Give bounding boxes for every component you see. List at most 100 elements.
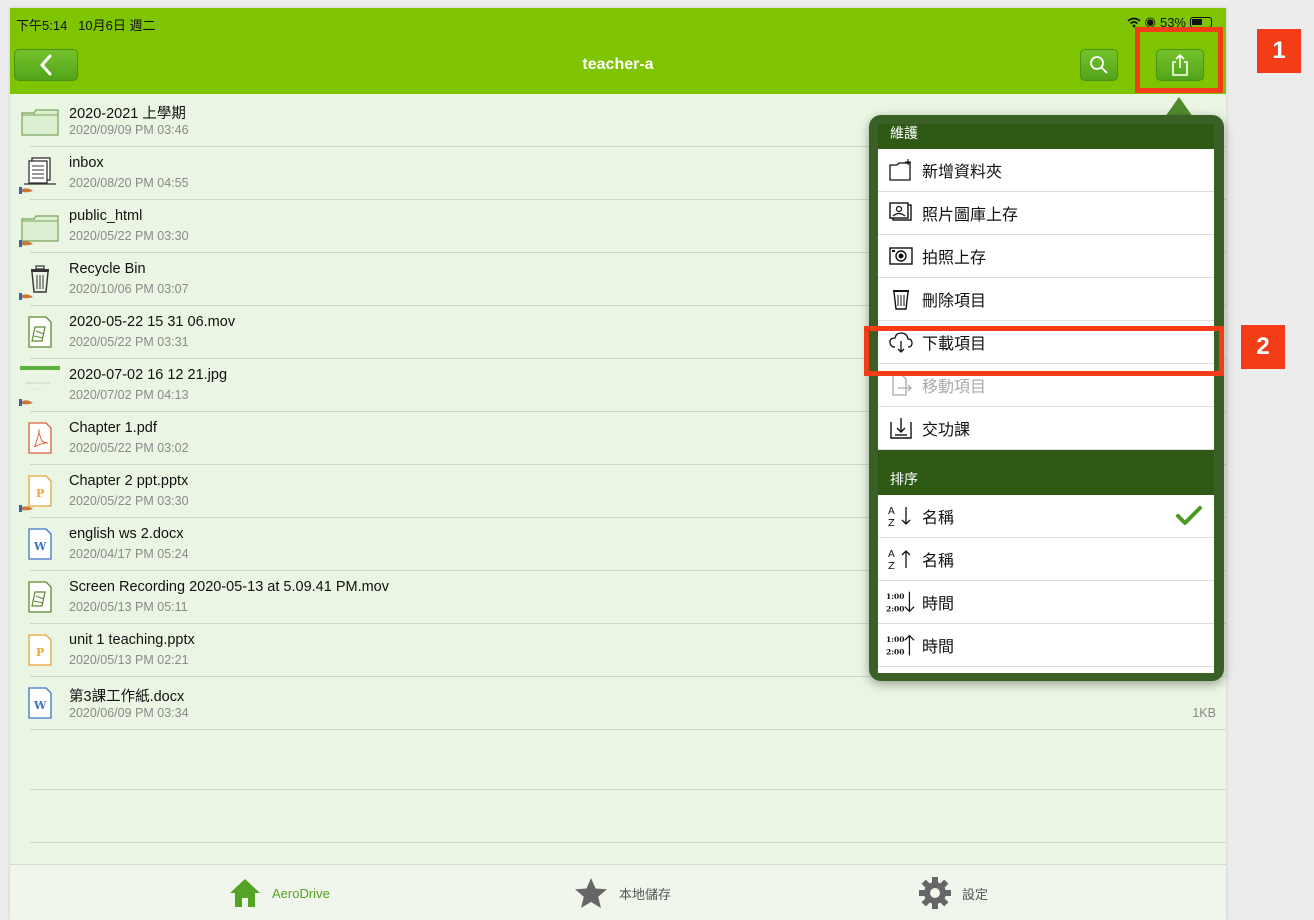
shared-hand-icon: [18, 394, 34, 412]
battery-icon: [1190, 16, 1212, 28]
menu-item[interactable]: 1:00 2:00 時間: [878, 581, 1214, 624]
menu-item[interactable]: 照片圖庫上存: [878, 192, 1214, 235]
menu-item[interactable]: 拍照上存: [878, 235, 1214, 278]
menu-item-label: 名稱: [922, 553, 955, 570]
shared-hand-icon: [18, 500, 34, 518]
file-date: 2020/04/17 PM 05:24: [69, 547, 189, 561]
checkmark-icon: [1176, 505, 1202, 532]
menu-item[interactable]: A Z 名稱: [878, 538, 1214, 581]
callout-number-1: 1: [1257, 29, 1301, 73]
submit-homework-icon: [886, 415, 916, 441]
file-name: Chapter 1.pdf: [69, 420, 157, 436]
svg-text:1:00: 1:00: [886, 592, 904, 601]
search-button[interactable]: [1080, 49, 1118, 81]
menu-item-label: 時間: [922, 639, 955, 656]
file-date: 2020/05/22 PM 03:30: [69, 494, 189, 508]
menu-item[interactable]: 刪除項目: [878, 278, 1214, 321]
menu-section-header: 維護: [878, 124, 1214, 149]
page-title: teacher-a: [582, 56, 654, 73]
row-divider: [30, 842, 1226, 843]
file-name: Recycle Bin: [69, 261, 146, 277]
navigation-bar: teacher-a: [10, 36, 1226, 94]
pdf-file-icon: [20, 419, 60, 459]
callout-box-1: [1135, 27, 1223, 93]
tab-label: AeroDrive: [272, 885, 330, 901]
inbox-icon: [19, 154, 60, 194]
section-title: 維護: [890, 125, 918, 141]
file-name: unit 1 teaching.pptx: [69, 632, 195, 648]
menu-item-label: 照片圖庫上存: [922, 207, 1019, 224]
file-name: 第3課工作紙.docx: [69, 689, 185, 705]
tab-settings[interactable]: 設定: [918, 875, 988, 911]
file-name: 2020-2021 上學期: [69, 106, 186, 122]
file-date: 2020/05/22 PM 03:30: [69, 229, 189, 243]
popover-menu: 維護 新增資料夾 照片圖庫上存 拍照上存 刪除項目 下載項目 移動項目 交功課 排序 A Z 名稱 A Z…: [878, 124, 1214, 673]
word-file-icon: W: [20, 525, 60, 565]
svg-text:P: P: [36, 646, 44, 659]
menu-section-header: 排序: [878, 450, 1214, 495]
photo-library-icon: [886, 200, 916, 226]
menu-item[interactable]: 新增資料夾: [878, 149, 1214, 192]
file-date: 2020/07/02 PM 04:13: [69, 388, 189, 402]
menu-item[interactable]: A Z 名稱: [878, 495, 1214, 538]
word-file-icon: W: [20, 684, 60, 724]
trash-icon: [19, 260, 60, 300]
gear-icon: [919, 877, 951, 909]
tab-label: 設定: [962, 886, 989, 902]
file-date: 2020/10/06 PM 03:07: [69, 282, 189, 296]
svg-text:Z: Z: [888, 561, 895, 572]
status-date: 10月6日 週二: [78, 18, 156, 33]
shared-hand-icon: [18, 288, 34, 306]
home-icon: [230, 879, 260, 907]
svg-text:A: A: [888, 506, 895, 517]
menu-item-label: 名稱: [922, 510, 955, 527]
svg-text:2:00: 2:00: [886, 604, 904, 613]
tab-bar: AeroDrive 本地儲存 設定: [10, 864, 1226, 920]
ppt-file-icon: P: [19, 472, 60, 512]
action-popover: 維護 新增資料夾 照片圖庫上存 拍照上存 刪除項目 下載項目 移動項目 交功課 排序 A Z 名稱 A Z…: [869, 115, 1224, 681]
menu-item-label: 刪除項目: [922, 293, 987, 310]
file-date: 2020/08/20 PM 04:55: [69, 176, 189, 190]
row-divider: [30, 789, 1226, 790]
tab-label: 本地儲存: [619, 886, 672, 902]
svg-text:A: A: [888, 549, 895, 560]
video-file-icon: [20, 313, 60, 353]
shared-hand-icon: [18, 182, 34, 200]
tab-aerodrive[interactable]: AeroDrive: [228, 875, 330, 911]
menu-item[interactable]: 交功課: [878, 407, 1214, 450]
file-date: 2020/05/13 PM 02:21: [69, 653, 189, 667]
file-date: 2020/09/09 PM 03:46: [69, 123, 189, 137]
popover-arrow: [1165, 97, 1193, 117]
video-file-icon: [20, 578, 60, 618]
svg-text:W: W: [33, 699, 47, 712]
folder-icon: [19, 207, 60, 247]
ppt-file-icon: P: [20, 631, 60, 671]
callout-number-2: 2: [1241, 325, 1285, 369]
tab-local-storage[interactable]: 本地儲存: [573, 875, 671, 911]
file-name: 2020-05-22 15 31 06.mov: [69, 314, 236, 330]
menu-item-label: 新增資料夾: [922, 164, 1003, 181]
menu-item-label: 拍照上存: [922, 250, 987, 267]
new-folder-icon: [886, 157, 916, 183]
svg-text:W: W: [33, 540, 47, 553]
sort-time-up-icon: 1:00 2:00: [886, 632, 916, 658]
shared-hand-icon: [18, 235, 34, 253]
file-row[interactable]: W 第3課工作紙.docx 2020/06/09 PM 03:34 1KB: [10, 677, 1226, 730]
star-icon: [575, 878, 607, 908]
sort-time-down-icon: 1:00 2:00: [886, 589, 916, 615]
menu-item[interactable]: 1:00 2:00 時間: [878, 624, 1214, 667]
sort-az-up-icon: AZ: [886, 546, 916, 572]
svg-text:2:00: 2:00: [886, 647, 904, 656]
wifi-icon: [1127, 17, 1141, 27]
file-name: public_html: [69, 208, 143, 224]
file-date: 2020/05/22 PM 03:31: [69, 335, 189, 349]
sort-az-down-icon: AZ: [886, 503, 916, 529]
file-date: 2020/06/09 PM 03:34: [69, 706, 189, 720]
file-name: inbox: [69, 155, 104, 171]
trash-icon: [886, 286, 916, 312]
file-name: Screen Recording 2020-05-13 at 5.09.41 P…: [69, 579, 389, 595]
status-bar: 下午5:14 10月6日 週二 ◉ 53%: [10, 8, 1226, 36]
menu-item-label: 時間: [922, 596, 955, 613]
section-title: 排序: [890, 471, 918, 487]
svg-text:1:00: 1:00: [886, 635, 904, 644]
